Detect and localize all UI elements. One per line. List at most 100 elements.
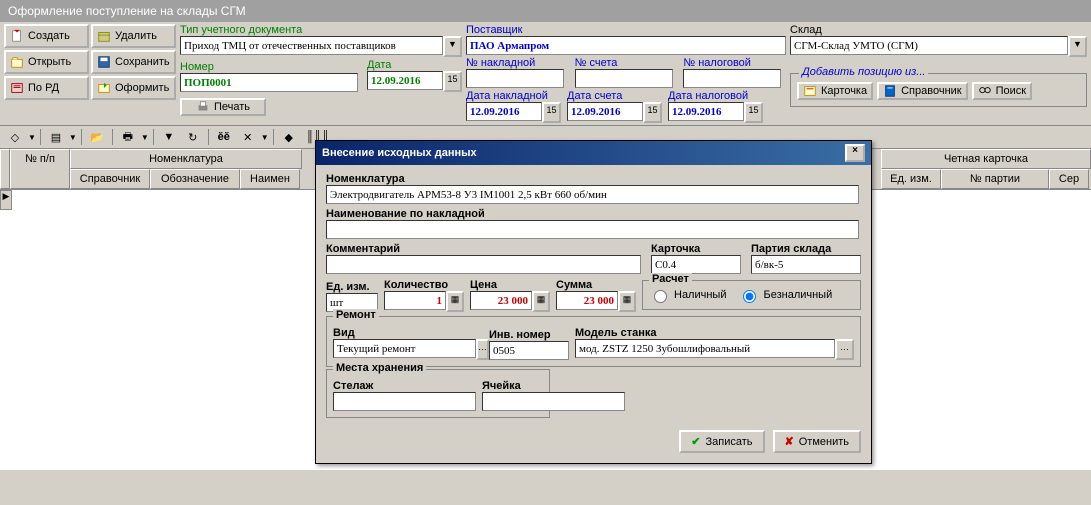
price-input[interactable] xyxy=(470,291,532,310)
col-naim[interactable]: Наимен xyxy=(240,169,300,189)
print-button[interactable]: Печать xyxy=(180,98,266,116)
doctype-input[interactable] xyxy=(180,36,443,55)
calc-legend: Расчет xyxy=(649,273,692,285)
col-spr[interactable]: Справочник xyxy=(70,169,150,189)
col-part[interactable]: № партии xyxy=(941,169,1049,189)
comment-input[interactable] xyxy=(326,255,641,274)
nameinv-label: Наименование по накладной xyxy=(326,208,861,220)
party-label: Партия склада xyxy=(751,243,861,255)
docdate-label: Дата xyxy=(367,59,462,71)
tb-refresh-icon[interactable]: ↻ xyxy=(182,127,204,147)
create-button[interactable]: Создать xyxy=(4,24,89,48)
shelf-input[interactable] xyxy=(333,392,476,411)
repair-legend: Ремонт xyxy=(333,309,379,321)
doctype-dropdown[interactable]: ▼ xyxy=(443,36,462,57)
invnum-label: № накладной xyxy=(466,57,569,69)
delete-button[interactable]: Удалить xyxy=(91,24,176,48)
accnum-label: № счета xyxy=(575,57,678,69)
sum-calc-icon[interactable]: ▦ xyxy=(618,291,636,312)
col-npp[interactable]: № п/п xyxy=(10,149,70,189)
invnumf-input[interactable] xyxy=(489,341,569,360)
input-data-dialog: Внесение исходных данных × Номенклатура Н… xyxy=(315,140,872,464)
col-ed[interactable]: Ед. изм. xyxy=(881,169,941,189)
taxdate-input[interactable] xyxy=(668,102,744,121)
search-button[interactable]: Поиск xyxy=(972,82,1032,100)
sklad-input[interactable] xyxy=(790,36,1068,55)
tb-filter-icon[interactable]: ▼ xyxy=(158,127,180,147)
col-nomen[interactable]: Номенклатура xyxy=(70,149,302,169)
invdate-picker[interactable]: 15 xyxy=(542,102,561,123)
supplier-label: Поставщик xyxy=(466,24,786,36)
comment-label: Комментарий xyxy=(326,243,641,255)
cardf-input[interactable] xyxy=(651,255,741,274)
docnum-input[interactable] xyxy=(180,73,358,92)
cash-radio[interactable]: Наличный xyxy=(649,287,726,303)
open-button[interactable]: Открыть xyxy=(4,50,89,74)
window-title: Оформление поступление на склады СГМ xyxy=(0,0,1091,22)
docdate-input[interactable] xyxy=(367,71,443,90)
invdate-input[interactable] xyxy=(466,102,542,121)
tb-search-icon[interactable]: ĕĕ xyxy=(213,127,235,147)
taxnum-input[interactable] xyxy=(683,69,781,88)
col-uk[interactable]: Четная карточка xyxy=(881,149,1091,169)
storage-legend: Места хранения xyxy=(333,362,426,374)
noncash-radio[interactable]: Безналичный xyxy=(738,287,832,303)
accdate-input[interactable] xyxy=(567,102,643,121)
docnum-label: Номер xyxy=(180,61,361,73)
accnum-input[interactable] xyxy=(575,69,673,88)
col-ser[interactable]: Сер xyxy=(1049,169,1089,189)
nomen-label: Номенклатура xyxy=(326,173,861,185)
qty-input[interactable] xyxy=(384,291,446,310)
dialog-title: Внесение исходных данных xyxy=(322,147,477,159)
col-obz[interactable]: Обозначение xyxy=(150,169,240,189)
invnum-input[interactable] xyxy=(466,69,564,88)
taxdate-picker[interactable]: 15 xyxy=(744,102,763,123)
tb-new-icon[interactable]: ◇ xyxy=(4,127,26,147)
tb-card-icon[interactable]: ▤ xyxy=(45,127,67,147)
model-input[interactable] xyxy=(575,339,835,358)
kind-more-icon[interactable]: … xyxy=(476,339,489,360)
invnumf-label: Инв. номер xyxy=(489,329,569,341)
nomen-input[interactable] xyxy=(326,185,859,204)
doctype-label: Тип учетного документа xyxy=(180,24,462,36)
shelf-label: Стелаж xyxy=(333,380,476,392)
tb-open-icon[interactable]: 📂 xyxy=(86,127,108,147)
supplier-input[interactable] xyxy=(466,36,786,55)
price-label: Цена xyxy=(470,279,550,291)
sum-input[interactable] xyxy=(556,291,618,310)
accdate-picker[interactable]: 15 xyxy=(643,102,662,123)
taxdate-label: Дата налоговой xyxy=(668,90,763,102)
ref-button[interactable]: Справочник xyxy=(877,82,968,100)
taxnum-label: № налоговой xyxy=(683,57,786,69)
dialog-cancel-button[interactable]: ✘Отменить xyxy=(773,430,861,453)
docdate-picker[interactable]: 15 xyxy=(443,71,462,92)
cell-label: Ячейка xyxy=(482,380,625,392)
process-button[interactable]: Оформить xyxy=(91,76,176,100)
add-position-legend: Добавить позицию из... xyxy=(799,66,928,78)
close-icon[interactable]: × xyxy=(845,144,865,162)
cardf-label: Карточка xyxy=(651,243,741,255)
dialog-save-button[interactable]: ✔Записать xyxy=(679,430,764,453)
kind-input[interactable] xyxy=(333,339,476,358)
sklad-dropdown[interactable]: ▼ xyxy=(1068,36,1087,57)
qty-calc-icon[interactable]: ▦ xyxy=(446,291,464,312)
sklad-label: Склад xyxy=(790,24,1087,36)
sum-label: Сумма xyxy=(556,279,636,291)
price-calc-icon[interactable]: ▦ xyxy=(532,291,550,312)
model-more-icon[interactable]: … xyxy=(835,339,854,360)
kind-label: Вид xyxy=(333,327,483,339)
cell-input[interactable] xyxy=(482,392,625,411)
invdate-label: Дата накладной xyxy=(466,90,561,102)
by-rd-button[interactable]: По РД xyxy=(4,76,89,100)
nameinv-input[interactable] xyxy=(326,220,859,239)
party-input[interactable] xyxy=(751,255,861,274)
current-row-marker: ▶ xyxy=(0,190,12,210)
qty-label: Количество xyxy=(384,279,464,291)
tb-tools-icon[interactable]: ✕ xyxy=(237,127,259,147)
card-button[interactable]: Карточка xyxy=(797,82,873,100)
model-label: Модель станка xyxy=(575,327,854,339)
tb-print-icon[interactable]: 🖶 xyxy=(117,127,139,147)
save-button[interactable]: Сохранить xyxy=(91,50,176,74)
accdate-label: Дата счета xyxy=(567,90,662,102)
tb-pin-icon[interactable]: ◆ xyxy=(278,127,300,147)
